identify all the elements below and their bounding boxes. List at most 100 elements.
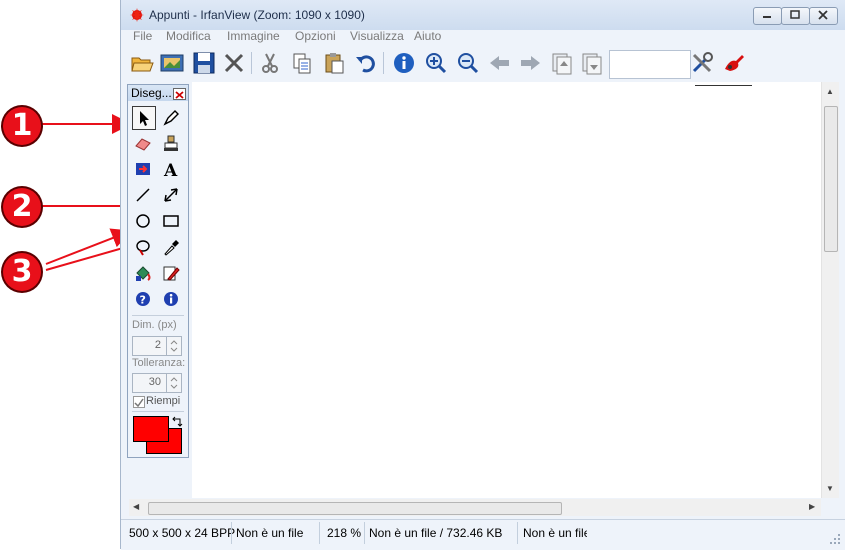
previous-icon [490, 56, 509, 70]
maximize-icon [790, 10, 800, 19]
dim-stepper[interactable]: 2 [132, 336, 182, 356]
paint-button[interactable] [721, 50, 747, 76]
help-icon: ? [136, 292, 150, 307]
copy-icon [293, 53, 311, 74]
copy-button[interactable] [289, 50, 315, 76]
status-divider [517, 522, 518, 544]
color-picker-icon [164, 240, 179, 256]
tolerance-stepper-buttons[interactable] [166, 374, 181, 392]
status-divider [231, 522, 232, 544]
title-bar[interactable]: Appunti - IrfanView (Zoom: 1090 x 1090) [121, 0, 845, 30]
horizontal-scroll-thumb[interactable] [148, 502, 562, 515]
next-icon [521, 56, 540, 70]
swap-colors-icon[interactable] [171, 416, 183, 428]
menu-opzioni[interactable]: Opzioni [295, 29, 336, 43]
scroll-down-icon[interactable]: ▼ [826, 484, 834, 493]
menu-bar: File Modifica Immagine Opzioni Visualizz… [121, 28, 845, 46]
window-title: Appunti - IrfanView (Zoom: 1090 x 1090) [149, 8, 365, 22]
info-button[interactable] [391, 50, 417, 76]
tool-fill[interactable] [132, 262, 154, 284]
minimize-button[interactable] [753, 7, 782, 25]
slideshow-button[interactable] [159, 50, 185, 76]
svg-text:A: A [163, 161, 178, 178]
status-bar: 500 x 500 x 24 BPP Non è un file 218 % N… [121, 519, 845, 550]
foreground-color-swatch[interactable] [133, 416, 169, 442]
image-canvas[interactable] [192, 82, 821, 498]
tool-selection[interactable] [132, 106, 156, 130]
tool-lasso[interactable] [132, 236, 154, 258]
previous-button[interactable] [487, 50, 513, 76]
status-extra: Non è un file [523, 526, 587, 540]
main-toolbar [121, 46, 845, 82]
selection-arrow-icon [140, 111, 149, 126]
tool-circle[interactable] [132, 210, 154, 232]
stamp-icon [164, 135, 178, 151]
settings-button[interactable] [689, 50, 715, 76]
tool-eraser[interactable] [132, 132, 154, 154]
double-arrow-icon [164, 188, 178, 202]
tool-arrow[interactable] [160, 184, 182, 206]
menu-modifica[interactable]: Modifica [166, 29, 211, 43]
zoom-in-button[interactable] [423, 50, 449, 76]
menu-visualizza[interactable]: Visualizza [350, 29, 404, 43]
delete-button[interactable] [221, 50, 247, 76]
first-page-icon [552, 53, 572, 75]
tool-text[interactable]: A [160, 158, 182, 180]
tolerance-value: 30 [148, 376, 161, 388]
scroll-up-icon[interactable]: ▲ [826, 87, 834, 96]
next-button[interactable] [517, 50, 543, 76]
irfanview-window: Appunti - IrfanView (Zoom: 1090 x 1090) … [120, 0, 845, 550]
image-edge-line [695, 85, 752, 86]
minimize-icon [763, 16, 771, 18]
tool-stamp[interactable] [160, 132, 182, 154]
zoom-out-button[interactable] [455, 50, 481, 76]
annotation-badge-2: 2 [3, 188, 41, 226]
rectangle-icon [163, 215, 179, 227]
tool-help[interactable]: ? [132, 288, 154, 310]
menu-aiuto[interactable]: Aiuto [414, 29, 441, 43]
page-input[interactable] [609, 50, 691, 79]
menu-file[interactable]: File [133, 29, 152, 43]
save-button[interactable] [191, 50, 217, 76]
tolerance-label: Tolleranza: [132, 357, 186, 369]
tool-magic-brush[interactable] [160, 262, 182, 284]
tool-rectangle[interactable] [160, 210, 182, 232]
undo-button[interactable] [353, 50, 379, 76]
dim-label: Dim. (px) [132, 319, 177, 331]
fill-label: Riempi [146, 395, 181, 407]
line-icon [136, 188, 150, 202]
vertical-scroll-thumb[interactable] [824, 106, 838, 252]
tolerance-stepper[interactable]: 30 [132, 373, 182, 393]
close-button[interactable] [809, 7, 838, 25]
palette-header[interactable]: Diseg... [128, 85, 188, 101]
open-button[interactable] [129, 50, 155, 76]
tool-brush[interactable] [160, 106, 182, 128]
palette-title: Diseg... [131, 86, 172, 100]
paste-button[interactable] [321, 50, 347, 76]
scroll-right-icon[interactable]: ▶ [809, 502, 815, 511]
tool-color-picker[interactable] [160, 236, 182, 258]
last-page-button[interactable] [579, 50, 605, 76]
maximize-button[interactable] [781, 7, 810, 25]
tool-shape[interactable] [132, 158, 154, 180]
annotation-badge-1: 1 [3, 107, 41, 145]
first-page-button[interactable] [549, 50, 575, 76]
status-zoom: 218 % [327, 526, 362, 540]
lasso-icon [136, 240, 150, 256]
zoom-in-icon [426, 53, 447, 74]
fill-checkbox[interactable] [133, 396, 145, 408]
menu-immagine[interactable]: Immagine [227, 29, 280, 43]
horizontal-scrollbar[interactable]: ◀ ▶ [129, 499, 821, 516]
save-icon [193, 52, 215, 74]
cut-button[interactable] [257, 50, 283, 76]
vertical-scrollbar[interactable]: ▲ ▼ [821, 82, 839, 498]
dim-stepper-buttons[interactable] [166, 337, 181, 355]
resize-grip-icon[interactable] [829, 533, 841, 545]
tool-about[interactable] [160, 288, 182, 310]
tool-line[interactable] [132, 184, 154, 206]
annotation-badge-3: 3 [3, 253, 41, 291]
scroll-left-icon[interactable]: ◀ [133, 502, 139, 511]
pencil-brush-icon [163, 110, 179, 126]
palette-close-button[interactable] [173, 88, 186, 100]
cut-icon [262, 53, 278, 73]
